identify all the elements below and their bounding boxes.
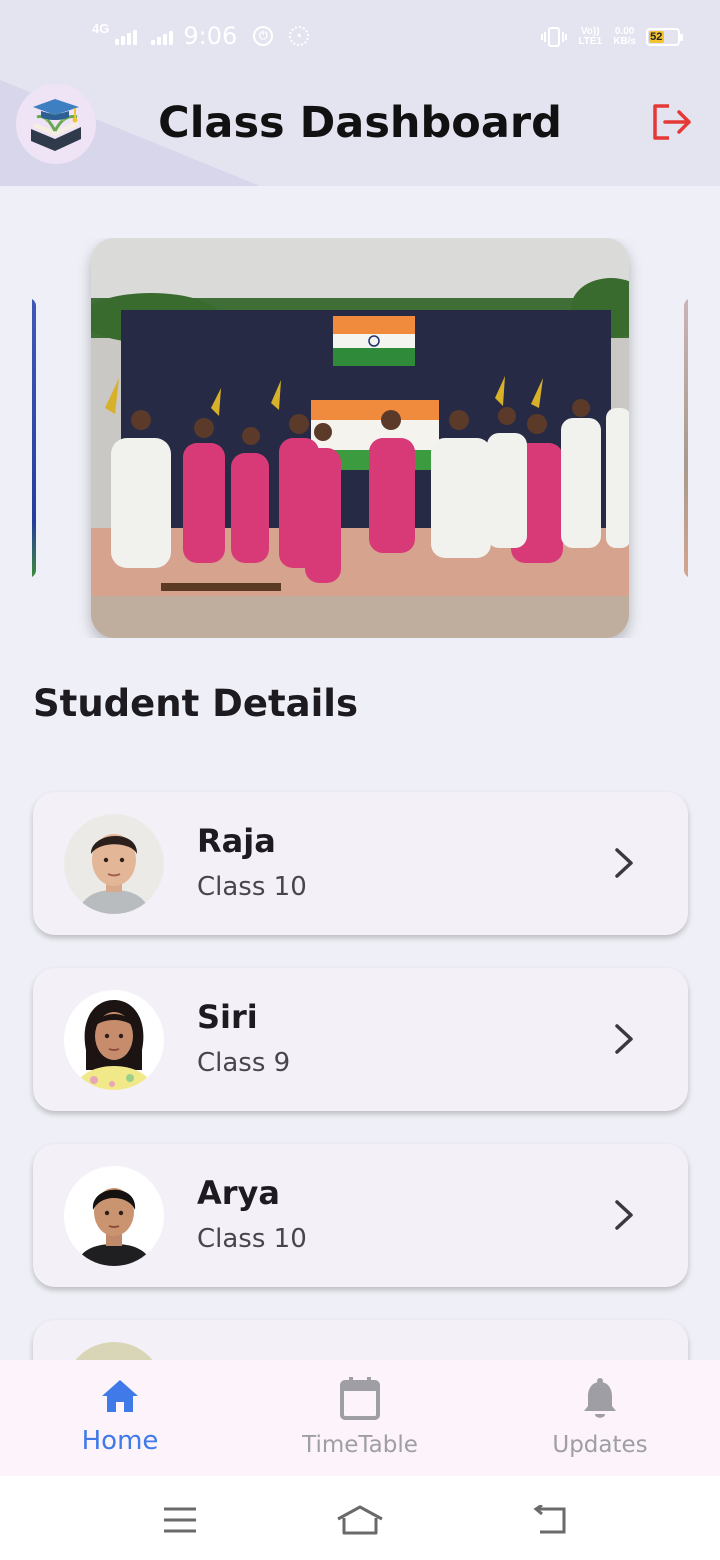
student-card[interactable]: Raja Class 10: [33, 792, 688, 935]
data-saver-icon: ⏻: [253, 26, 274, 46]
student-card[interactable]: Arya Class 10: [33, 1144, 688, 1287]
back-icon: [533, 1505, 566, 1534]
student-name: Siri: [197, 998, 258, 1036]
carousel-next-slide[interactable]: [684, 298, 688, 578]
student-class: Class 10: [197, 872, 307, 902]
chevron-right-icon: [615, 848, 633, 878]
section-title: Student Details: [33, 682, 359, 725]
home-icon: [102, 1380, 138, 1412]
nav-updates-label: Updates: [552, 1432, 648, 1458]
avatar: [64, 990, 164, 1090]
student-class: Class 9: [197, 1048, 291, 1078]
student-photo: [64, 990, 164, 1090]
nav-home-label: Home: [81, 1426, 159, 1456]
clock: 9:06: [183, 22, 238, 50]
nav-updates[interactable]: Updates: [480, 1360, 720, 1476]
avatar: [64, 814, 164, 914]
signal-icon: [115, 27, 138, 45]
bell-icon: [584, 1378, 616, 1418]
signal-icon-2: [151, 27, 174, 45]
app-header: Class Dashboard: [0, 80, 720, 186]
status-bar: 4G 9:06 ⏻ • Vo)) LTE1 0.00 KB/s 52: [0, 0, 720, 80]
battery-icon: 52: [646, 28, 683, 46]
system-back-button[interactable]: [525, 1500, 575, 1540]
student-name: Arya: [197, 1174, 280, 1212]
student-card[interactable]: Siri Class 9: [33, 968, 688, 1111]
system-navigation-bar: [0, 1476, 720, 1560]
system-home-button[interactable]: [335, 1500, 385, 1540]
battery-level: 52: [649, 31, 664, 43]
home-outline-icon: [337, 1505, 383, 1535]
status-right: Vo)) LTE1 0.00 KB/s 52: [541, 26, 683, 48]
avatar: [64, 1342, 164, 1360]
image-carousel[interactable]: [32, 238, 688, 638]
nav-timetable[interactable]: TimeTable: [240, 1360, 480, 1476]
nav-timetable-label: TimeTable: [302, 1432, 418, 1458]
chevron-right-icon: [615, 1200, 633, 1230]
bottom-navigation: Home TimeTable Updates: [0, 1360, 720, 1476]
carousel-current-slide[interactable]: [91, 238, 629, 638]
network-speed: 0.00 KB/s: [613, 27, 636, 47]
carousel-prev-slide[interactable]: [32, 298, 36, 578]
student-class: Class 10: [197, 1224, 307, 1254]
avatar: [64, 1166, 164, 1266]
recent-apps-button[interactable]: [155, 1500, 205, 1540]
menu-icon: [164, 1507, 196, 1533]
speed-unit: KB/s: [613, 36, 636, 47]
student-photo: [64, 1166, 164, 1266]
network-type: 4G: [92, 20, 110, 36]
student-photo: [64, 1342, 164, 1360]
event-photo: [91, 238, 629, 638]
hotspot-icon: •: [289, 26, 310, 46]
nav-home[interactable]: Home: [0, 1360, 240, 1476]
volte-label: Vo)) LTE1: [578, 26, 603, 47]
student-photo: [64, 814, 164, 914]
calendar-icon: [340, 1377, 380, 1420]
status-left: 4G 9:06 ⏻ •: [92, 20, 310, 50]
chevron-right-icon: [615, 1024, 633, 1054]
student-name: Raja: [197, 822, 276, 860]
logout-icon: [653, 104, 691, 140]
student-card[interactable]: [33, 1320, 688, 1360]
vibrate-icon: [541, 27, 568, 47]
student-list[interactable]: Raja Class 10 Siri Class 9 Arya Class 10: [0, 760, 720, 1360]
page-title: Class Dashboard: [158, 98, 562, 148]
logout-button[interactable]: [650, 100, 694, 144]
